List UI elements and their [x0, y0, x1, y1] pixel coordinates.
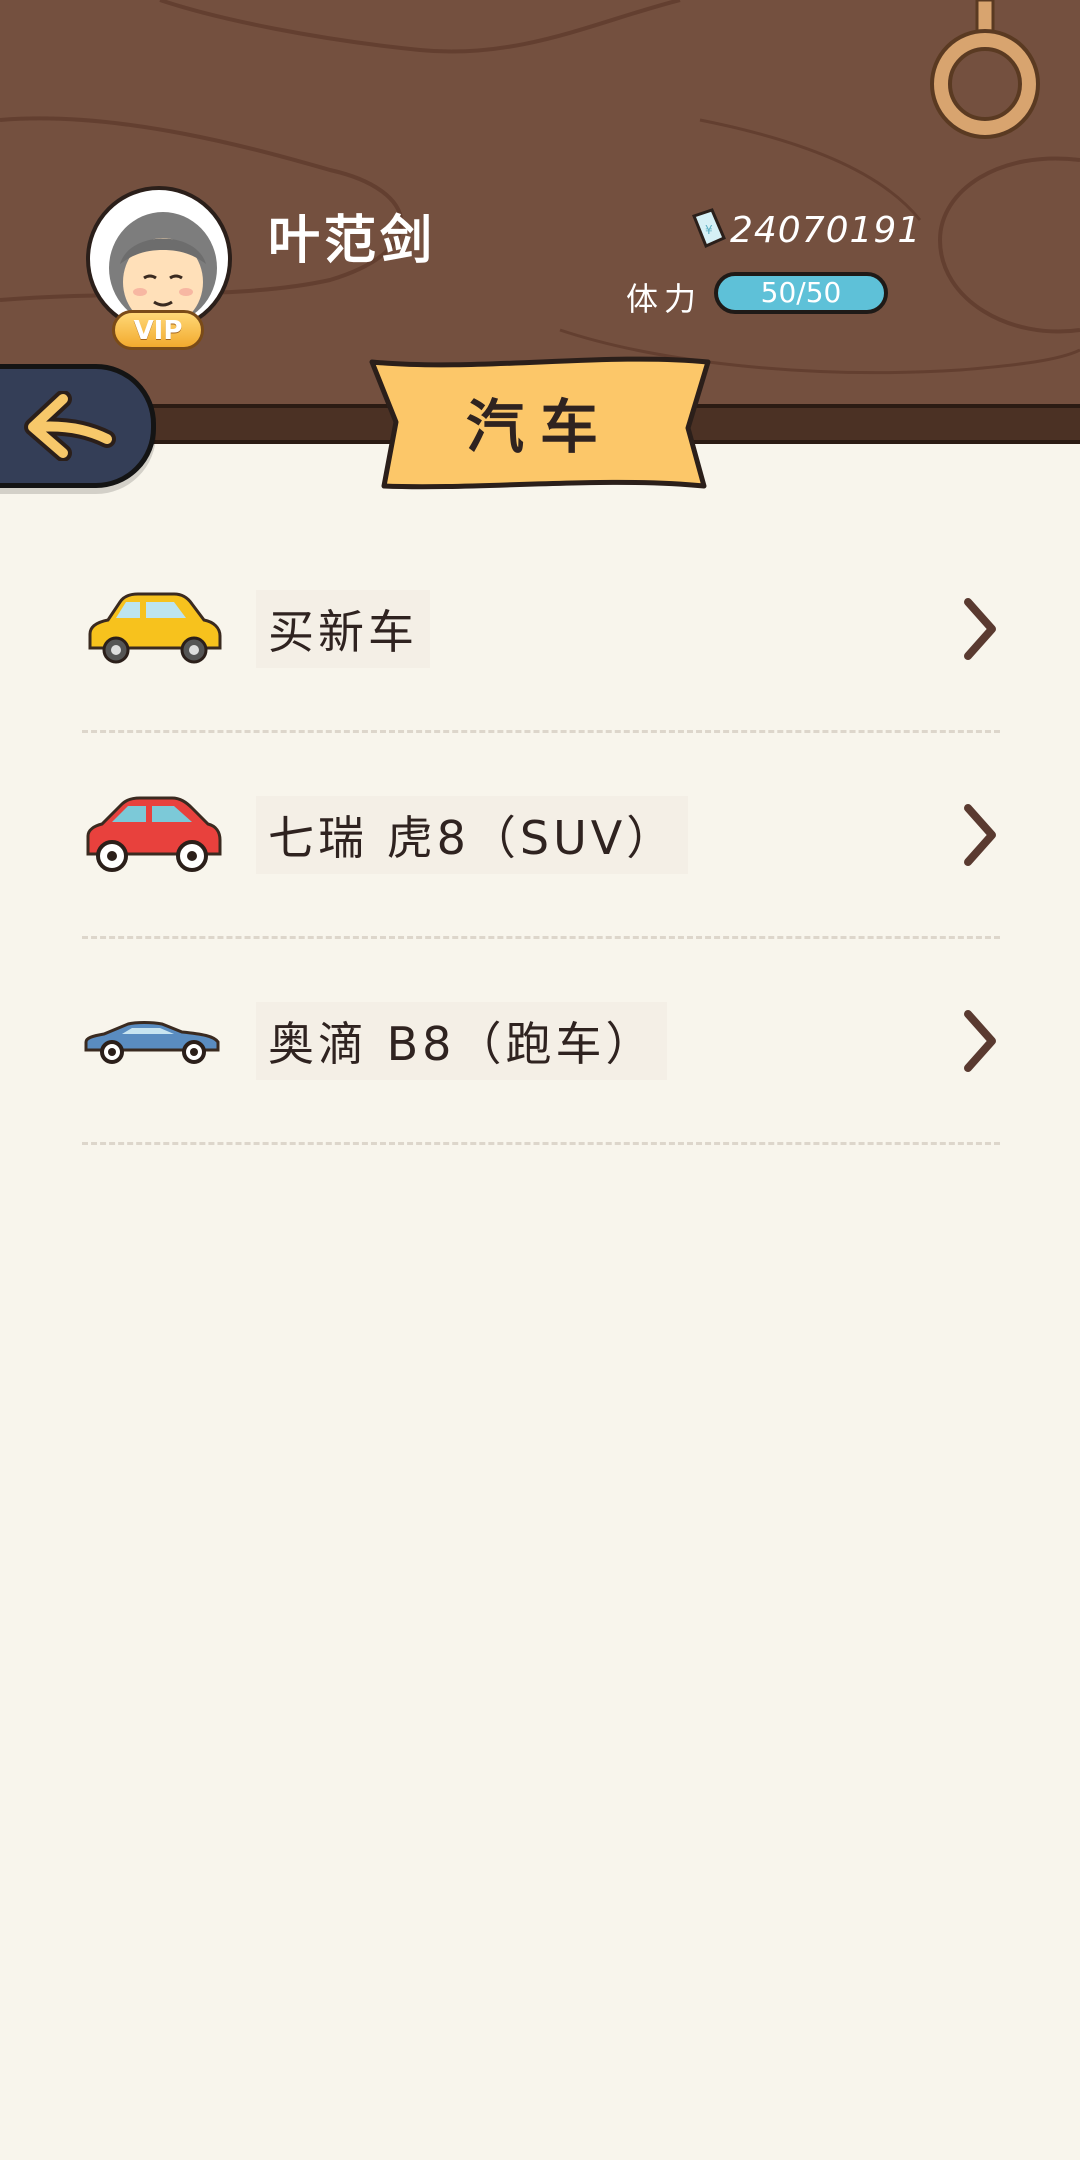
list-item-buy-new-car[interactable]: 买新车 — [82, 568, 1000, 692]
back-arrow-icon — [24, 391, 116, 461]
list-item-label: 奥滴 B8（跑车） — [256, 1002, 668, 1080]
money-bill-icon: ¥ — [692, 208, 726, 248]
blue-sports-car-icon — [84, 1021, 220, 1064]
list-item-label: 买新车 — [256, 590, 430, 668]
list-divider — [82, 1142, 1000, 1145]
chevron-right-icon — [964, 1010, 996, 1072]
page-title-banner: 汽车 — [366, 352, 714, 494]
list-item-suv[interactable]: 七瑞 虎8（SUV） — [82, 774, 1000, 898]
list-divider — [82, 730, 1000, 733]
list-item-sports-car[interactable]: 奥滴 B8（跑车） — [82, 980, 1000, 1104]
yellow-car-icon — [88, 592, 222, 664]
red-suv-icon — [86, 796, 222, 872]
hanging-ring-icon — [930, 0, 1040, 139]
chevron-right-icon — [964, 804, 996, 866]
back-button[interactable] — [0, 364, 156, 488]
list-divider — [82, 936, 1000, 939]
stamina-bar: 50/50 — [714, 272, 888, 314]
list-item-label: 七瑞 虎8（SUV） — [256, 796, 689, 874]
stamina-label: 体力 — [626, 280, 703, 318]
vip-badge: VIP — [112, 310, 204, 350]
svg-text:¥: ¥ — [705, 223, 713, 237]
player-avatar[interactable]: VIP — [86, 186, 236, 352]
money-amount: 24070191 — [730, 210, 922, 251]
page-title: 汽车 — [465, 393, 614, 461]
chevron-right-icon — [964, 598, 996, 660]
player-name: 叶范剑 — [268, 211, 437, 271]
